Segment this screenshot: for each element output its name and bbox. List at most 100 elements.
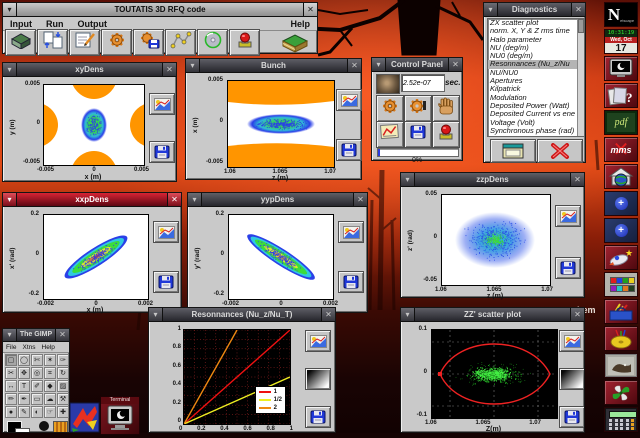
gimp-tool-text[interactable]: T [18, 380, 30, 392]
dock-item-pdf-viewer[interactable]: pdf [604, 110, 638, 135]
gimp-tool-eraser[interactable]: ▭ [31, 393, 43, 405]
minimize-icon[interactable]: ▾ [3, 193, 17, 206]
open-plot-window-button[interactable] [490, 139, 536, 163]
desktop-icon-app[interactable] [69, 402, 100, 433]
time-step-field[interactable] [401, 74, 445, 92]
close-icon[interactable]: ✕ [303, 3, 317, 16]
gimp-tool-transform[interactable]: ↻ [57, 367, 69, 379]
gimp-tool-rect-select[interactable]: ▢ [5, 354, 17, 366]
gimp-tool-paintbrush[interactable]: ✒ [18, 393, 30, 405]
diagnostics-list[interactable]: ZX scatter plot norm. X, Y & Z rms time Ha… [487, 18, 585, 137]
gimp-pattern-selector[interactable] [53, 421, 68, 432]
gimp-brush-selector[interactable] [39, 421, 49, 431]
titlebar-zz-scatter[interactable]: ▾ ZZ' scatter plot ✕ [401, 308, 584, 322]
titlebar-toutatis[interactable]: ▾ TOUTATIS 3D RFQ code ✕ [3, 3, 317, 17]
gimp-tool-magnify[interactable]: ◎ [31, 367, 43, 379]
minimize-icon[interactable]: ▾ [186, 59, 200, 72]
dock-item-rocket[interactable]: ★ [604, 245, 638, 270]
gimp-tool-free-select[interactable]: ✄ [31, 354, 43, 366]
menu-help[interactable]: Help [283, 19, 317, 29]
close-icon[interactable]: ✕ [167, 193, 181, 206]
close-icon[interactable]: ✕ [347, 59, 361, 72]
menu-output[interactable]: Output [71, 19, 115, 29]
diag-plot-button[interactable] [376, 121, 404, 148]
gimp-color-selector[interactable] [7, 421, 33, 432]
cd-data-button[interactable] [197, 29, 228, 56]
gimp-tool-fuzzy-select[interactable]: ✶ [44, 354, 56, 366]
close-icon[interactable]: ✕ [448, 58, 462, 71]
run-gear-button[interactable] [376, 95, 404, 122]
minimize-icon[interactable]: ▾ [188, 193, 202, 206]
dock-item-terminal[interactable] [604, 56, 638, 81]
plot-settings-button[interactable] [149, 93, 175, 115]
dock-item-workspace-plus-a[interactable]: + [604, 191, 638, 216]
close-icon[interactable]: ✕ [321, 308, 335, 321]
plot-settings-button[interactable] [336, 89, 362, 111]
dock-item-calculator[interactable] [604, 407, 638, 432]
minimize-icon[interactable]: ▾ [3, 329, 17, 341]
curve-nodes-button[interactable] [165, 29, 196, 56]
save-plot-button[interactable] [153, 271, 179, 293]
close-icon[interactable]: ✕ [353, 193, 367, 206]
minimize-icon[interactable]: ▾ [3, 63, 17, 76]
gimp-tool-airbrush[interactable]: ☁ [44, 393, 56, 405]
plot-settings-button[interactable] [153, 221, 179, 243]
minimize-icon[interactable]: ▾ [484, 3, 498, 16]
import-export-button[interactable] [37, 29, 68, 56]
desktop-icon-terminal[interactable]: Terminal [100, 396, 140, 435]
save-floppy-button[interactable] [404, 121, 432, 148]
dock-item-netscape[interactable]: Netscape [604, 2, 638, 27]
plot-settings-button[interactable] [559, 330, 584, 352]
save-plot-button[interactable] [305, 406, 331, 428]
emergency-stop-button[interactable] [229, 29, 260, 56]
gimp-tool-smudge[interactable]: ☞ [44, 406, 56, 418]
dock-item-pinwheel[interactable] [604, 380, 638, 405]
minimize-icon[interactable]: ▾ [3, 3, 17, 16]
gimp-tool-convolve[interactable]: ● [5, 406, 17, 418]
gimp-menu-file[interactable]: File [6, 344, 16, 351]
save-plot-button[interactable] [555, 257, 581, 279]
titlebar-gimp[interactable]: ▾ The GIMP ✕ [3, 329, 69, 342]
gimp-tool-bucket-fill[interactable]: ◆ [44, 380, 56, 392]
gimp-tool-move[interactable]: ✥ [18, 367, 30, 379]
open-project-button[interactable] [5, 29, 36, 56]
dock-item-clock-calendar[interactable]: 10:31:19 Wed, Oct 17 [604, 29, 638, 54]
gimp-tool-measure[interactable]: ✚ [57, 406, 69, 418]
dock-item-photo-thumbnail[interactable] [604, 353, 638, 378]
gimp-menu-xtns[interactable]: Xtns [22, 344, 35, 351]
minimize-icon[interactable]: ▾ [149, 308, 163, 321]
close-icon[interactable]: ✕ [571, 3, 585, 16]
minimize-icon[interactable]: ▾ [401, 173, 415, 186]
dock-item-workspace-plus-b[interactable]: + [604, 218, 638, 243]
gimp-tool-ellipse-select[interactable]: ◯ [18, 354, 30, 366]
titlebar-zzpdens[interactable]: ▾ zzpDens ✕ [401, 173, 584, 187]
close-diagnostics-button[interactable] [537, 139, 583, 163]
save-plot-button[interactable] [149, 141, 175, 163]
titlebar-diagnostics[interactable]: ▾ Diagnostics ✕ [484, 3, 585, 17]
emergency-stop-button[interactable] [432, 121, 460, 148]
titlebar-xxpdens[interactable]: ▾ xxpDens ✕ [3, 193, 181, 207]
run-gear-button[interactable] [101, 29, 132, 56]
gimp-tool-flip[interactable]: ↔ [5, 380, 17, 392]
gimp-tool-scissors[interactable]: ✂ [5, 367, 17, 379]
dock-item-toolbox[interactable] [604, 299, 638, 324]
gimp-tool-dodge-burn[interactable]: ◐ [31, 406, 43, 418]
diagnostics-scrollbar[interactable] [577, 19, 584, 136]
dock-item-card-help[interactable]: ? [604, 83, 638, 108]
gimp-tool-crop[interactable]: ⌗ [44, 367, 56, 379]
gimp-tool-ink[interactable]: ✎ [18, 406, 30, 418]
run-save-gear-button[interactable] [133, 29, 164, 56]
diagnostics-item[interactable]: Synchronous phase (rad) [488, 126, 584, 135]
plot-settings-button[interactable] [305, 330, 331, 352]
save-plot-button[interactable] [336, 139, 362, 161]
dock-item-icon-palette[interactable] [604, 272, 638, 297]
close-icon[interactable]: ✕ [570, 173, 584, 186]
dock-item-mms[interactable]: ✕ mms [604, 137, 638, 162]
gimp-tool-blend[interactable]: ▨ [57, 380, 69, 392]
titlebar-bunch[interactable]: ▾ Bunch ✕ [186, 59, 361, 73]
edit-input-button[interactable] [69, 29, 100, 56]
plot-settings-button[interactable] [338, 221, 364, 243]
gimp-tool-color-picker[interactable]: ✐ [31, 380, 43, 392]
minimize-icon[interactable]: ▾ [372, 58, 386, 71]
gimp-tool-pencil[interactable]: ✏ [5, 393, 17, 405]
